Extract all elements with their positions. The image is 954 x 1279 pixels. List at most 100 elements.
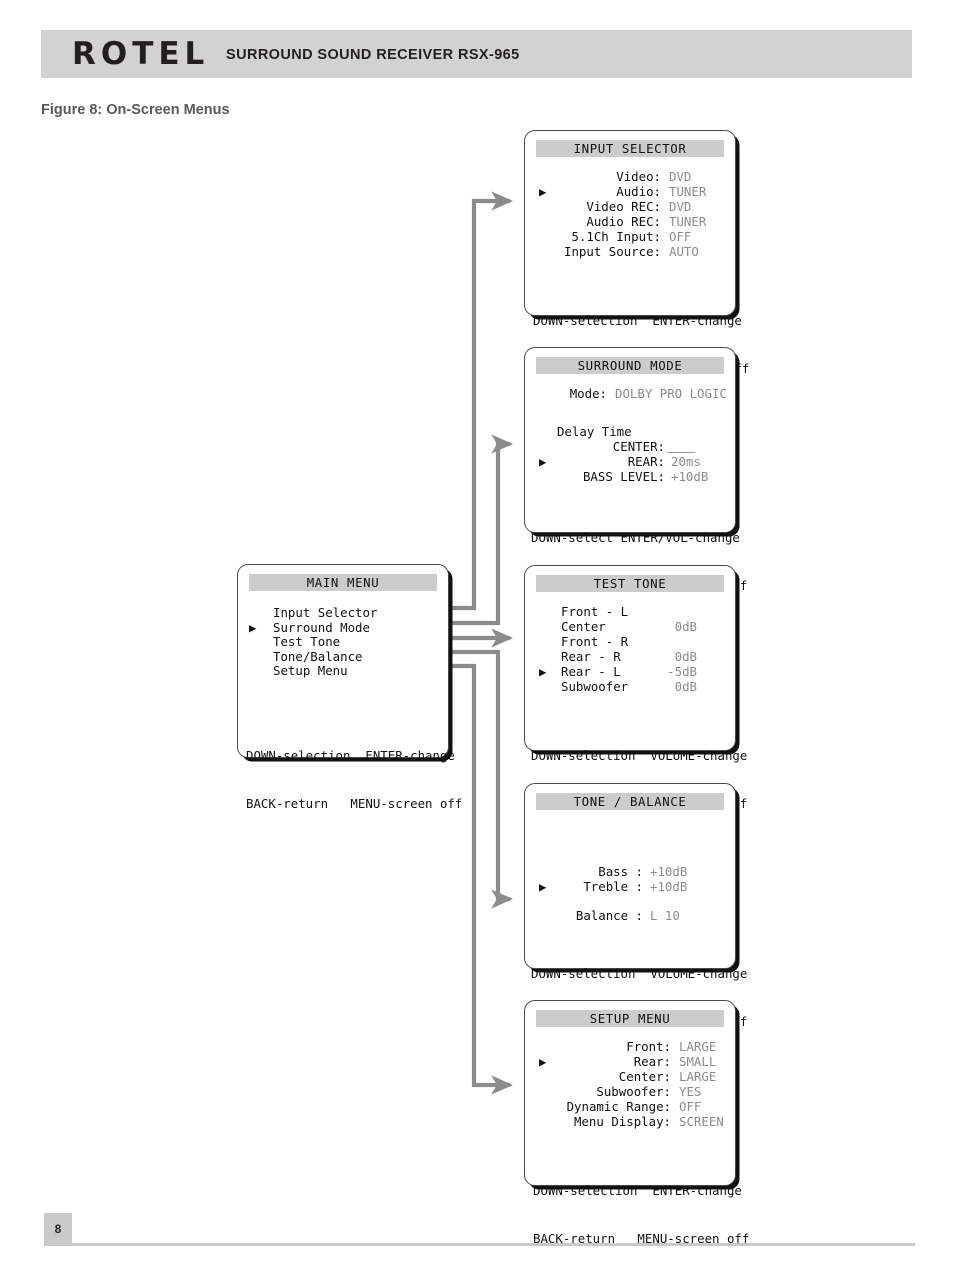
main-menu-item-input-selector[interactable]: Input Selector — [249, 605, 448, 620]
cursor-slot — [249, 634, 273, 649]
row-value: TUNER — [669, 184, 707, 199]
row-center-delay[interactable]: CENTER: — [525, 439, 735, 454]
main-menu-label: Input Selector — [273, 605, 378, 620]
row-value: 0dB — [674, 679, 697, 694]
cursor-slot — [525, 229, 563, 244]
setup-menu-rows[interactable]: Front: LARGE ▶ Rear: SMALL Center: LARGE Sub… — [525, 1039, 735, 1129]
row-front-l[interactable]: Front - L — [525, 604, 735, 619]
row-subwoofer[interactable]: Subwoofer 0dB — [525, 679, 735, 694]
footer-line-1: DOWN-selection VOLUME-change — [531, 966, 748, 981]
cursor-slot — [249, 663, 273, 678]
cursor-slot — [525, 169, 563, 184]
row-balance[interactable]: Balance : L 10 — [525, 908, 735, 923]
cursor-icon: ▶ — [539, 879, 547, 894]
cursor-slot — [249, 649, 273, 664]
cursor-icon: ▶ — [539, 454, 547, 469]
row-rear-delay[interactable]: ▶ REAR: 20ms — [525, 454, 735, 469]
row-center[interactable]: Center 0dB — [525, 619, 735, 634]
row-label: Menu Display: — [574, 1114, 671, 1129]
main-menu-label: Tone/Balance — [273, 648, 363, 664]
footer-line-1: DOWN-select ENTER/VOL-change — [531, 530, 740, 545]
main-menu-item-test-tone[interactable]: Test Tone — [249, 634, 448, 649]
delay-time-heading: Delay Time — [525, 424, 735, 439]
row-label: BASS LEVEL: — [582, 469, 665, 484]
header-model-text: SURROUND SOUND RECEIVER RSX-965 — [226, 47, 520, 63]
row-value: -5dB — [667, 664, 697, 679]
row-value: LARGE — [679, 1039, 717, 1054]
cursor-slot — [525, 214, 563, 229]
row-value: DVD — [669, 169, 692, 184]
row-label: Center — [561, 619, 606, 634]
screen-main-menu[interactable]: MAIN MENU Input Selector ▶ Surround Mode … — [237, 564, 462, 811]
row-label: Dynamic Range: — [566, 1099, 671, 1114]
row-value: +10dB — [650, 864, 688, 879]
row-label: Rear: — [633, 1054, 671, 1069]
row-label: Treble : — [583, 879, 643, 894]
indent-slot — [525, 424, 557, 439]
main-menu-item-setup-menu[interactable]: Setup Menu — [249, 663, 448, 678]
row-front-r[interactable]: Front - R — [525, 634, 735, 649]
footer-line-2: BACK-return MENU-screen off — [533, 1231, 750, 1246]
rotel-logo: ROTEL — [72, 36, 210, 72]
screen-test-tone[interactable]: TEST TONE Front - L Center 0dB Front - R … — [524, 565, 747, 811]
screen-title-tone-balance: TONE / BALANCE — [536, 793, 724, 810]
row-label: Video REC: — [586, 199, 661, 214]
row-audio[interactable]: ▶ Audio: TUNER — [525, 184, 735, 199]
row-label: Balance : — [575, 908, 643, 923]
screen-footer-main: DOWN-selection ENTER-change BACK-return … — [238, 716, 462, 844]
row-value: +10dB — [671, 469, 709, 484]
cursor-slot — [525, 1069, 563, 1084]
input-selector-rows[interactable]: Video: DVD ▶ Audio: TUNER Video REC: DVD Aud… — [525, 169, 735, 259]
row-video-rec[interactable]: Video REC: DVD — [525, 199, 735, 214]
test-tone-rows[interactable]: Front - L Center 0dB Front - R Rear - R 0d… — [525, 604, 735, 694]
row-input-source[interactable]: Input Source: AUTO — [525, 244, 735, 259]
screen-surround-mode[interactable]: SURROUND MODE Mode: DOLBY PRO LOGIC Delay… — [524, 347, 747, 593]
row-audio-rec[interactable]: Audio REC: TUNER — [525, 214, 735, 229]
row-mode[interactable]: Mode: DOLBY PRO LOGIC — [525, 386, 735, 402]
main-menu-list[interactable]: Input Selector ▶ Surround Mode Test Tone … — [238, 605, 448, 678]
screen-tone-balance[interactable]: TONE / BALANCE Bass : +10dB ▶ Treble : +10d… — [524, 783, 747, 1029]
main-menu-item-tone-balance[interactable]: Tone/Balance — [249, 649, 448, 664]
row-subwoofer[interactable]: Subwoofer: YES — [525, 1084, 735, 1099]
row-bass-level[interactable]: BASS LEVEL: +10dB — [525, 469, 735, 484]
row-bass[interactable]: Bass : +10dB — [525, 864, 735, 879]
row-center[interactable]: Center: LARGE — [525, 1069, 735, 1084]
row-label: Audio: — [616, 184, 661, 199]
row-rear[interactable]: ▶ Rear: SMALL — [525, 1054, 735, 1069]
row-value: TUNER — [669, 214, 707, 229]
figure-caption: Figure 8: On-Screen Menus — [41, 102, 230, 118]
cursor-slot — [525, 1099, 563, 1114]
cursor-slot — [525, 634, 561, 649]
row-rear-r[interactable]: Rear - R 0dB — [525, 649, 735, 664]
row-treble[interactable]: ▶ Treble : +10dB — [525, 879, 735, 894]
row-value: OFF — [679, 1099, 702, 1114]
row-value: SMALL — [679, 1054, 717, 1069]
screen-title-setup-menu: SETUP MENU — [536, 1010, 724, 1027]
main-menu-item-surround-mode[interactable]: ▶ Surround Mode — [249, 620, 448, 635]
row-value: 20ms — [671, 454, 701, 469]
row-dynamic-range[interactable]: Dynamic Range: OFF — [525, 1099, 735, 1114]
footer-line-1: DOWN-selection ENTER-change — [533, 313, 742, 328]
row-label: 5.1Ch Input: — [571, 229, 661, 244]
row-51ch-input[interactable]: 5.1Ch Input: OFF — [525, 229, 735, 244]
screen-input-selector[interactable]: INPUT SELECTOR Video: DVD ▶ Audio: TUNER Vi… — [524, 130, 749, 376]
tone-balance-rows[interactable]: Bass : +10dB ▶ Treble : +10dB Balance : L 10 — [525, 822, 735, 923]
cursor-icon: ▶ — [539, 664, 547, 679]
row-video[interactable]: Video: DVD — [525, 169, 735, 184]
footer-line-1: DOWN-selection ENTER-change — [533, 1183, 742, 1198]
connector-diagram — [371, 191, 514, 1095]
row-front[interactable]: Front: LARGE — [525, 1039, 735, 1054]
row-rear-l[interactable]: ▶ Rear - L -5dB — [525, 664, 735, 679]
row-menu-display[interactable]: Menu Display: SCREEN — [525, 1114, 735, 1129]
row-label: Video: — [616, 169, 661, 184]
row-label: Front: — [626, 1039, 671, 1054]
cursor-slot — [525, 244, 563, 259]
screen-footer-setup-menu: DOWN-selection ENTER-change BACK-return … — [525, 1151, 750, 1279]
row-label: Subwoofer — [561, 679, 629, 694]
cursor-slot — [525, 439, 561, 454]
cursor-slot — [525, 649, 561, 664]
screen-setup-menu[interactable]: SETUP MENU Front: LARGE ▶ Rear: SMALL Cente… — [524, 1000, 749, 1246]
surround-mode-rows[interactable]: Mode: DOLBY PRO LOGIC Delay Time CENTER: … — [525, 386, 735, 484]
page-number-badge: 8 — [44, 1213, 72, 1246]
